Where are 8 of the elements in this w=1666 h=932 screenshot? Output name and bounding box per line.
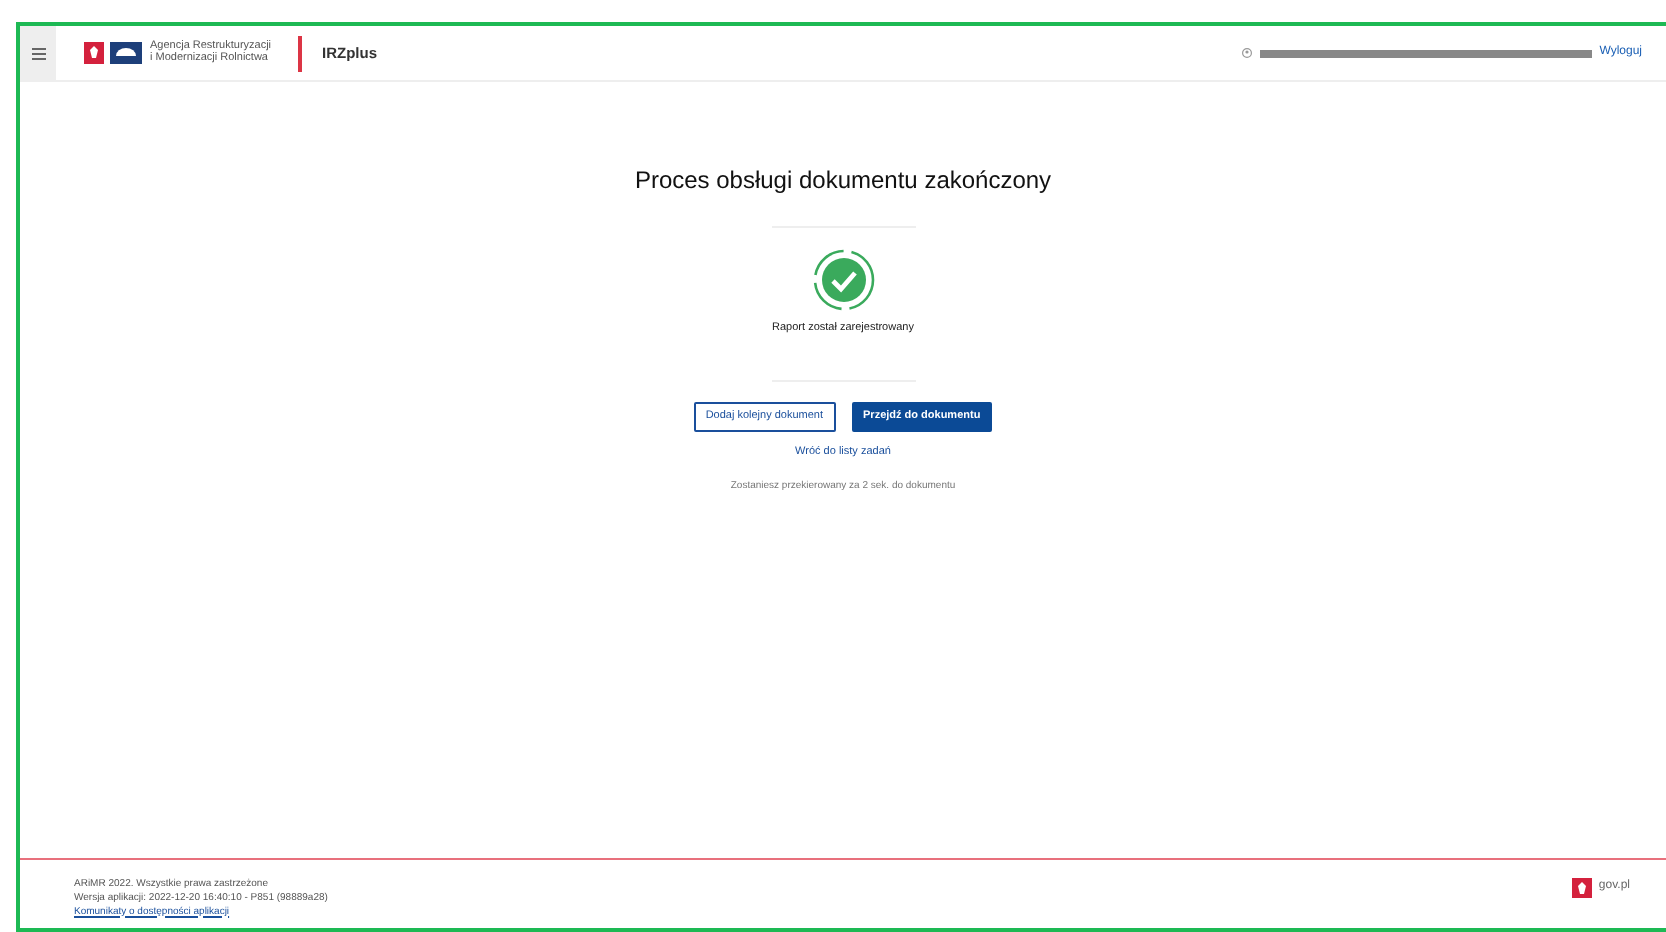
emblem-icon (1572, 878, 1593, 898)
logo-icon (110, 42, 142, 64)
user-icon (1241, 48, 1252, 58)
menu-icon (31, 47, 45, 59)
menu-button[interactable] (20, 26, 56, 80)
page-title: Proces obsługi dokumentu zakończony (634, 164, 1052, 198)
emblem-icon (84, 42, 104, 64)
success-check-icon (811, 248, 875, 312)
